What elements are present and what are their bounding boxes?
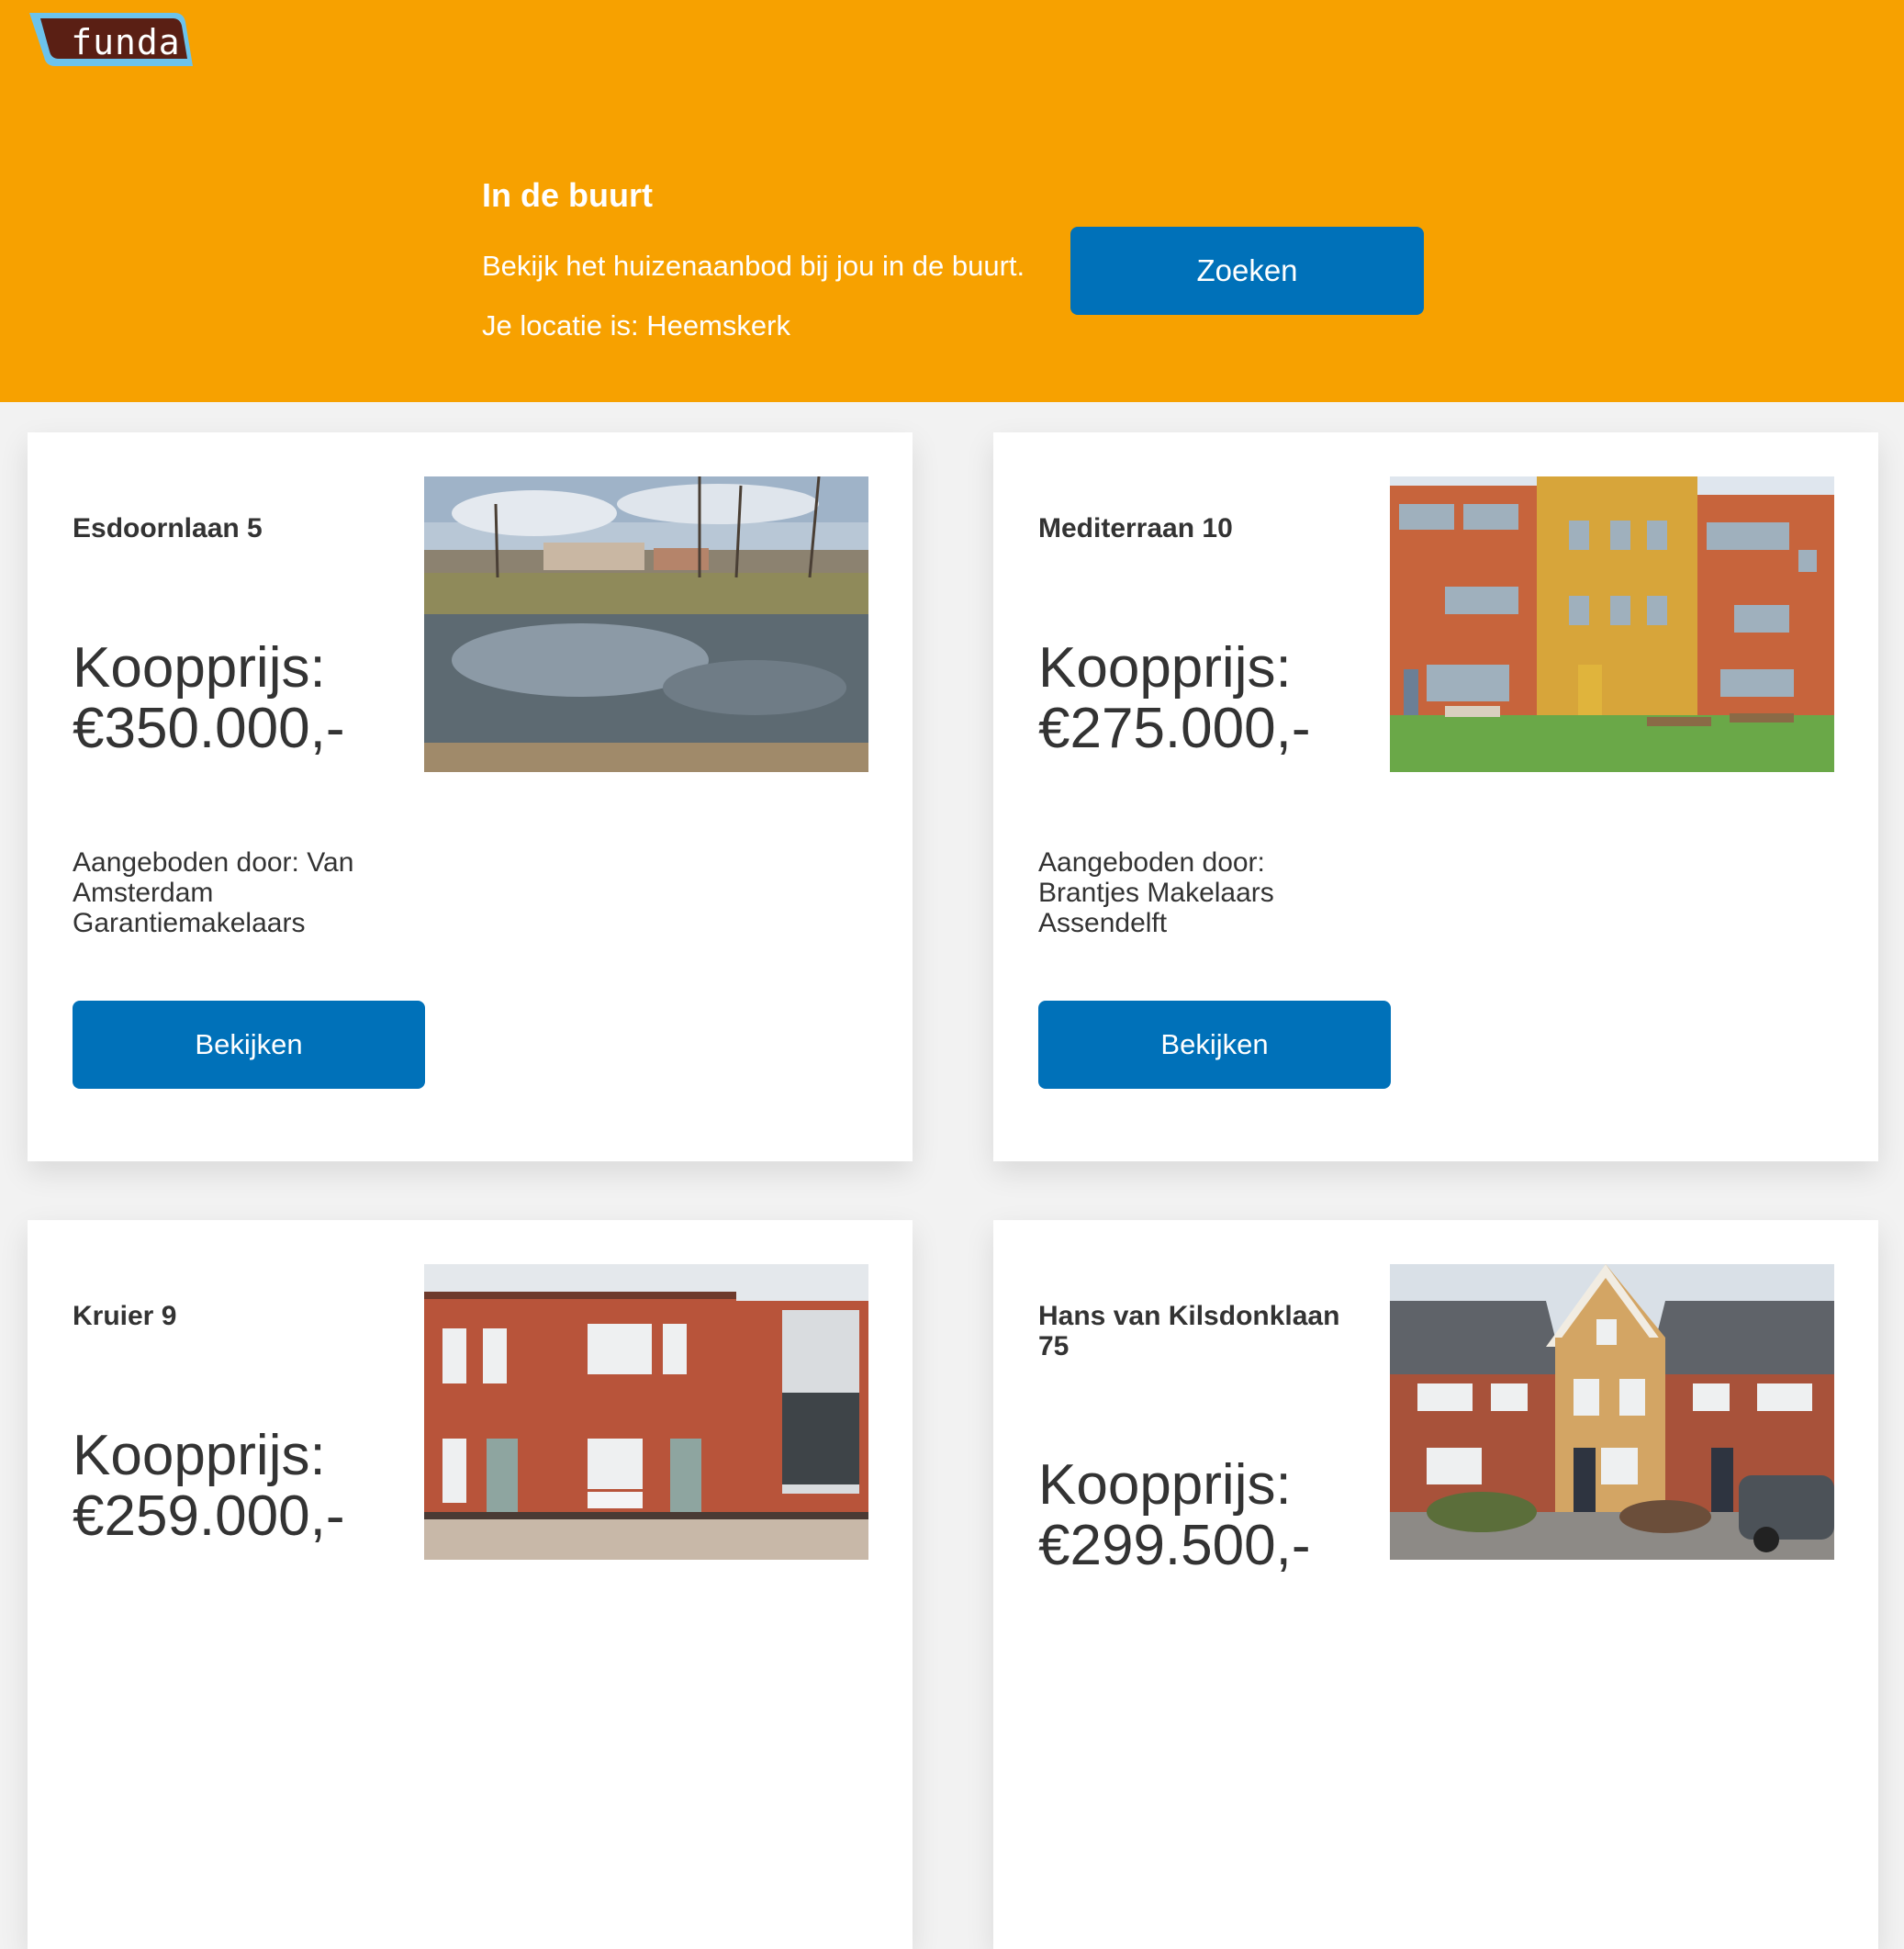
listing-price: Koopprijs: €350.000,- [73, 636, 345, 760]
section-subtitle: Bekijk het huizenaanbod bij jou in de bu… [482, 250, 1025, 282]
section-title: In de buurt [482, 176, 653, 214]
listing-street[interactable]: Kruier 9 [73, 1301, 389, 1331]
search-button[interactable]: Zoeken [1070, 227, 1424, 315]
listing-price: Koopprijs: €259.000,- [73, 1424, 345, 1548]
listing-price: Koopprijs: €299.500,- [1038, 1453, 1311, 1577]
listing-street[interactable]: Esdoornlaan 5 [73, 513, 389, 543]
header-banner: funda In de buurt Bekijk het huizenaanbo… [0, 0, 1904, 402]
logo-text: funda [71, 22, 181, 62]
listing-street[interactable]: Mediterraan 10 [1038, 513, 1355, 543]
listing-price: Koopprijs: €275.000,- [1038, 636, 1311, 760]
funda-logo[interactable]: funda [28, 11, 193, 70]
terraced-houses-photo[interactable] [1390, 476, 1834, 772]
listing-street[interactable]: Hans van Kilsdonklaan 75 [1038, 1301, 1355, 1361]
view-listing-button[interactable]: Bekijken [73, 1001, 425, 1089]
listing-card[interactable]: Esdoornlaan 5 Koopprijs: €350.000,- Aang… [28, 432, 913, 1161]
canal-landscape-photo[interactable] [424, 476, 868, 772]
listing-card[interactable]: Mediterraan 10 Koopprijs: €275.000,- Aan… [993, 432, 1878, 1161]
gabled-house-photo[interactable] [1390, 1264, 1834, 1560]
view-listing-button[interactable]: Bekijken [1038, 1001, 1391, 1089]
listing-card[interactable]: Hans van Kilsdonklaan 75 Koopprijs: €299… [993, 1220, 1878, 1949]
listing-agent: Aangeboden door: Van Amsterdam Garantiem… [73, 847, 354, 938]
listing-agent: Aangeboden door: Brantjes Makelaars Asse… [1038, 847, 1274, 938]
brick-house-photo[interactable] [424, 1264, 868, 1560]
listing-card[interactable]: Kruier 9 Koopprijs: €259.000,- [28, 1220, 913, 1949]
location-text: Je locatie is: Heemskerk [482, 309, 790, 342]
